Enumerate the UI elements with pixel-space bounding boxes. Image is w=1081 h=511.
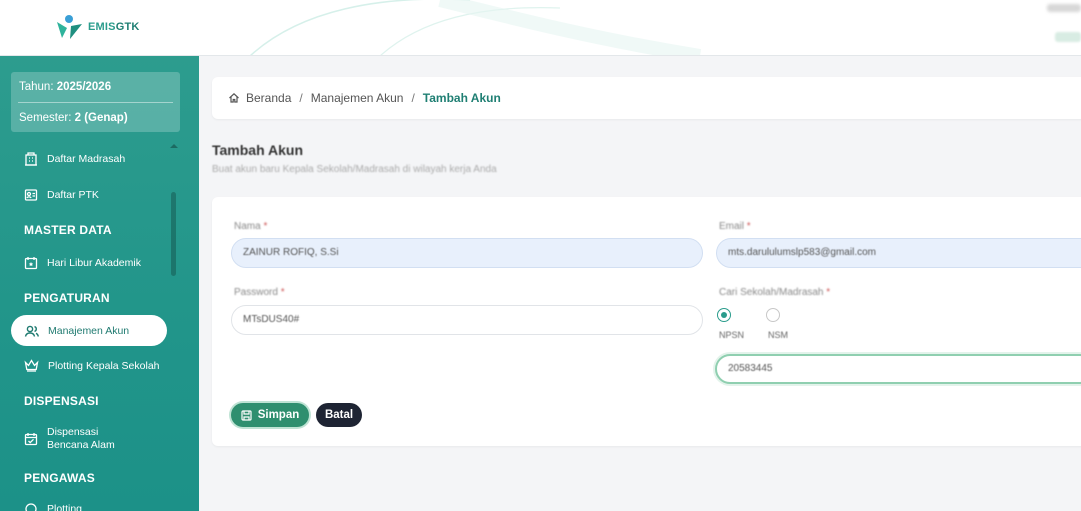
- emis-logo-icon: [57, 15, 82, 39]
- password-field[interactable]: MTsDUS40#: [231, 305, 703, 335]
- header-wave-decoration: [250, 0, 702, 55]
- email-label: Email *: [719, 221, 751, 232]
- breadcrumb-home[interactable]: Beranda: [246, 91, 291, 105]
- user-name[interactable]: [1047, 4, 1081, 12]
- password-label: Password *: [234, 287, 285, 298]
- npsn-radio-label: NPSN: [719, 330, 745, 340]
- sidebar-scrollbar-thumb[interactable]: [171, 192, 176, 276]
- pin-icon: [25, 503, 37, 511]
- sidebar-item-plotting-kepala[interactable]: Plotting Kepala Sekolah: [24, 359, 160, 372]
- building-icon: [25, 152, 37, 166]
- save-icon: [241, 409, 252, 421]
- sidebar-scroll-up-arrow[interactable]: [170, 144, 178, 148]
- sidebar-item-plotting[interactable]: Plotting: [24, 502, 82, 511]
- breadcrumb: Beranda / Manajemen Akun / Tambah Akun: [212, 77, 1081, 119]
- home-icon[interactable]: [228, 92, 240, 104]
- npsn-radio[interactable]: [717, 308, 731, 322]
- name-field[interactable]: ZAINUR ROFIQ, S.Si: [231, 238, 703, 268]
- breadcrumb-separator: /: [299, 91, 303, 105]
- page-title: Tambah Akun: [212, 142, 304, 158]
- sidebar-item-daftar-ptk[interactable]: Daftar PTK: [24, 188, 99, 202]
- breadcrumb-parent[interactable]: Manajemen Akun: [311, 91, 404, 105]
- page-subtitle: Buat akun baru Kepala Sekolah/Madrasah d…: [212, 164, 497, 175]
- app-logo[interactable]: EMISGTK: [54, 14, 140, 40]
- add-account-form: Nama * ZAINUR ROFIQ, S.Si Email * mts.da…: [212, 197, 1081, 446]
- users-icon: [24, 325, 39, 337]
- sidebar-item-daftar-madrasah[interactable]: Daftar Madrasah: [24, 152, 125, 166]
- school-search-label: Cari Sekolah/Madrasah *: [719, 287, 831, 298]
- nsm-radio[interactable]: [766, 308, 780, 322]
- sidebar-item-manajemen-akun[interactable]: Manajemen Akun: [11, 315, 167, 346]
- year-row: Tahun: 2025/2026: [19, 81, 112, 93]
- section-master-data: MASTER DATA: [24, 223, 112, 237]
- sidebar-item-hari-libur[interactable]: Hari Libur Akademik: [24, 256, 141, 270]
- nsm-radio-label: NSM: [768, 330, 788, 340]
- school-search-field[interactable]: 20583445: [715, 354, 1081, 384]
- section-pengaturan: PENGATURAN: [24, 291, 110, 305]
- email-field[interactable]: mts.darululumslp583@gmail.com: [716, 238, 1081, 268]
- crown-icon: [24, 359, 39, 372]
- name-label: Nama *: [234, 221, 268, 232]
- user-role-badge: [1055, 32, 1081, 42]
- calendar-check-icon: [24, 433, 38, 446]
- cancel-button[interactable]: Batal: [316, 403, 362, 427]
- dispensasi-label-line2: Bencana Alam: [47, 439, 115, 451]
- breadcrumb-separator: /: [411, 91, 415, 105]
- app-brand: EMISGTK: [88, 21, 140, 33]
- sidebar-item-dispensasi-bencana[interactable]: Dispensasi Bencana Alam: [24, 426, 115, 452]
- semester-row: Semester: 2 (Genap): [18, 102, 173, 132]
- section-pengawas: PENGAWAS: [24, 471, 95, 485]
- sidebar: Tahun: 2025/2026 Semester: 2 (Genap) Daf…: [0, 56, 199, 511]
- academic-year-box: Tahun: 2025/2026 Semester: 2 (Genap): [11, 72, 180, 132]
- section-dispensasi: DISPENSASI: [24, 394, 99, 408]
- id-card-icon: [24, 189, 38, 201]
- dispensasi-label-line1: Dispensasi: [47, 426, 99, 438]
- calendar-star-icon: [24, 257, 38, 270]
- breadcrumb-current: Tambah Akun: [422, 91, 501, 105]
- save-button[interactable]: Simpan: [231, 403, 309, 427]
- top-bar: EMISGTK: [0, 0, 1081, 56]
